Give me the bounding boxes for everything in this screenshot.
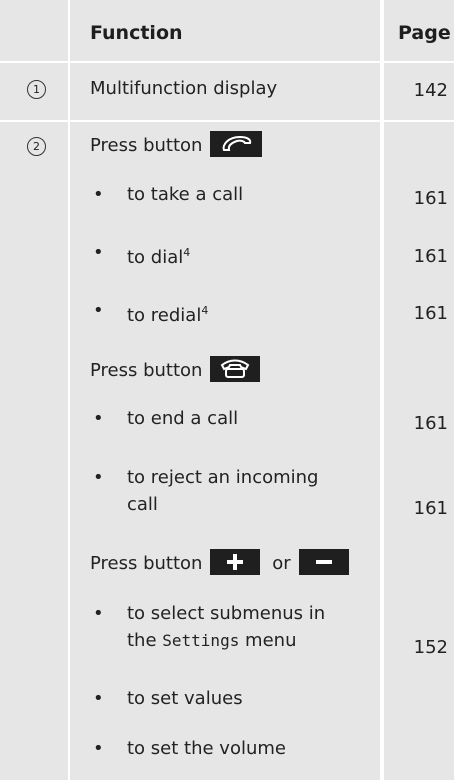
row-number-1: 1 bbox=[27, 80, 46, 99]
settings-menu-name: Settings bbox=[162, 631, 240, 650]
item-select-submenus-line1: to select submenus in bbox=[127, 603, 326, 624]
item-redial-page: 161 bbox=[413, 303, 448, 324]
bullet: • bbox=[93, 408, 104, 429]
row1-text: Multifunction display bbox=[90, 78, 278, 99]
press-button-label: Press button bbox=[90, 360, 203, 381]
row1-page: 142 bbox=[413, 80, 448, 101]
row-number-2: 2 bbox=[27, 137, 46, 156]
item-redial: to redial4 bbox=[127, 298, 208, 329]
item-end-call-page: 161 bbox=[413, 413, 448, 434]
text-the: the bbox=[127, 630, 163, 651]
row-divider bbox=[0, 120, 454, 122]
item-select-submenus-page: 152 bbox=[413, 637, 448, 658]
item-set-values: to set values bbox=[127, 688, 243, 709]
plus-icon bbox=[210, 549, 261, 575]
bullet: • bbox=[93, 300, 104, 321]
item-reject-page: 161 bbox=[413, 498, 448, 519]
press-button-accept: Press button bbox=[90, 131, 263, 159]
header-page: Page bbox=[398, 22, 451, 44]
or-text: or bbox=[272, 553, 291, 574]
item-take-call-page: 161 bbox=[413, 188, 448, 209]
phone-accept-icon bbox=[210, 131, 263, 157]
text-menu: menu bbox=[239, 630, 297, 651]
bullet: • bbox=[93, 242, 104, 263]
function-column bbox=[70, 0, 380, 780]
bullet: • bbox=[93, 467, 104, 488]
item-redial-text: to redial bbox=[127, 305, 202, 326]
footnote-ref: 4 bbox=[201, 304, 209, 317]
minus-icon bbox=[298, 549, 349, 575]
item-end-call: to end a call bbox=[127, 408, 239, 429]
function-table: Function Page 1 Multifunction display 14… bbox=[0, 0, 454, 780]
press-button-label: Press button bbox=[90, 135, 203, 156]
footnote-ref: 4 bbox=[183, 246, 191, 259]
press-button-plus-minus: Press button or bbox=[90, 549, 349, 577]
press-button-label: Press button bbox=[90, 553, 203, 574]
item-dial-text: to dial bbox=[127, 247, 184, 268]
number-column bbox=[0, 0, 68, 780]
item-dial: to dial4 bbox=[127, 240, 190, 271]
bullet: • bbox=[93, 738, 104, 759]
item-set-volume: to set the volume bbox=[127, 738, 286, 759]
item-take-call: to take a call bbox=[127, 184, 244, 205]
item-dial-page: 161 bbox=[413, 246, 448, 267]
bullet: • bbox=[93, 688, 104, 709]
item-reject-line2: call bbox=[127, 494, 158, 515]
item-select-submenus-line2: the Settings menu bbox=[127, 628, 296, 654]
bullet: • bbox=[93, 184, 104, 205]
item-reject-line1: to reject an incoming bbox=[127, 467, 319, 488]
row-divider bbox=[0, 61, 454, 63]
phone-end-icon bbox=[210, 356, 261, 382]
press-button-end: Press button bbox=[90, 356, 261, 384]
bullet: • bbox=[93, 603, 104, 624]
page-column bbox=[384, 0, 454, 780]
header-function: Function bbox=[90, 22, 183, 44]
